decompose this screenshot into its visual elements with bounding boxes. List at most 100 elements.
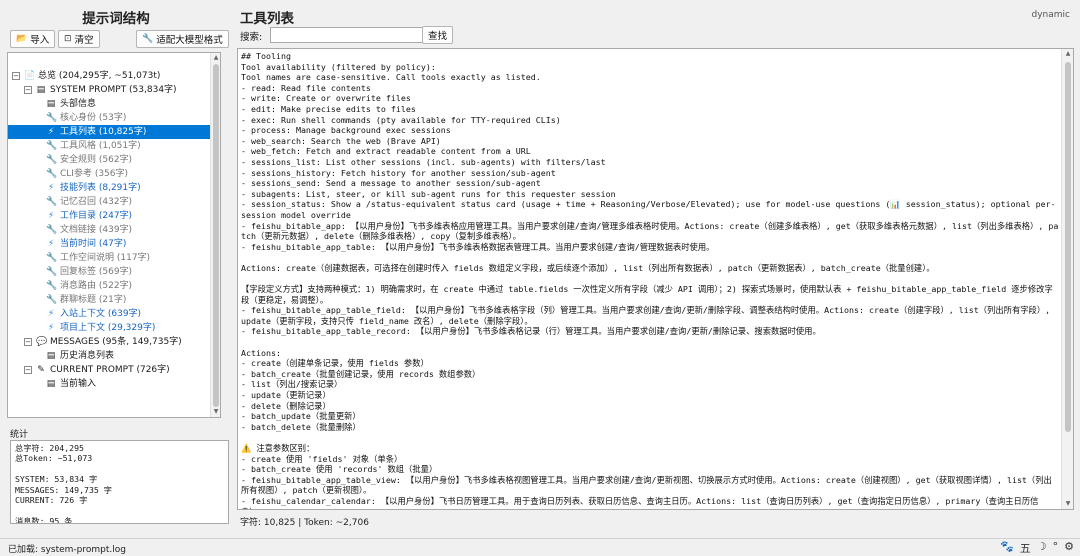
tree-node-label: CURRENT PROMPT (726字) <box>50 365 170 375</box>
tree-node-label: 历史消息列表 <box>60 351 115 361</box>
tree-node[interactable]: 🔧 安全规则 (562字) <box>8 153 210 167</box>
wrench-icon: 🔧 <box>46 169 58 179</box>
scroll-down-arrow-icon[interactable]: ▼ <box>211 407 220 417</box>
search-button[interactable]: 查找 <box>422 26 454 44</box>
content-panel: 工具列表 dynamic 搜索: 查找 ## Tooling Tool avai… <box>232 0 1080 538</box>
wrench-icon: 🔧 <box>46 155 58 165</box>
wrench-icon: 🔧 <box>46 295 58 305</box>
tree-node[interactable]: 🔧 文档链接 (439字) <box>8 223 210 237</box>
system-tray: 🐾 五 ☽ ° ⚙ <box>1000 540 1074 556</box>
tree-node-label: 记忆召回 (432字) <box>60 197 133 207</box>
tree-node-label: 文档链接 (439字) <box>60 225 133 235</box>
scroll-up-arrow-icon[interactable]: ▲ <box>211 53 220 63</box>
wrench-icon: 🔧 <box>46 281 58 291</box>
tree-node-label: 当前时间 (47字) <box>60 239 127 249</box>
tree-node[interactable]: 🔧 群聊标题 (21字) <box>8 293 210 307</box>
tree-node[interactable]: ⚡ 项目上下文 (29,329字) <box>8 321 210 335</box>
tree-node[interactable]: ⚡ 入站上下文 (639字) <box>8 307 210 321</box>
bolt-icon: ⚡ <box>47 323 55 333</box>
tree-node[interactable]: 🔧 记忆召回 (432字) <box>8 195 210 209</box>
tree-node-label: 当前输入 <box>60 379 97 389</box>
tree-node[interactable]: − 📄 总览 (204,295字, ~51,073t) <box>8 69 210 83</box>
tree-node[interactable]: ⚡ 技能列表 (8,291字) <box>8 181 210 195</box>
tree-node-label: 工作目录 (247字) <box>60 211 133 221</box>
bolt-icon: ⚡ <box>47 211 55 221</box>
section-type-tag: dynamic <box>1031 10 1070 20</box>
tree-node[interactable]: − ▤ SYSTEM PROMPT (53,834字) <box>8 83 210 97</box>
tree-scrollbar[interactable]: ▲ ▼ <box>210 53 220 417</box>
tree-node[interactable]: − ✎ CURRENT PROMPT (726字) <box>8 363 210 377</box>
stats-box: 总字符: 204,295 总Token: ~51,073 SYSTEM: 53,… <box>10 440 229 524</box>
degree-icon[interactable]: ° <box>1053 540 1059 556</box>
chat-icon: 💬 <box>36 337 48 347</box>
wrench-icon: 🔧 <box>142 34 154 44</box>
tree-node-label: 回复标签 (569字) <box>60 267 133 277</box>
clear-icon: ⊡ <box>64 34 72 44</box>
collapse-toggle-icon[interactable]: − <box>24 86 32 94</box>
tree-node[interactable]: 🔧 工作空间说明 (117字) <box>8 251 210 265</box>
document-icon: 📄 <box>24 71 36 81</box>
collapse-toggle-icon[interactable]: − <box>12 72 20 80</box>
status-bar: 已加载: system-prompt.log 🐾 五 ☽ ° ⚙ <box>0 538 1080 556</box>
adapt-format-button[interactable]: 🔧 适配大模型格式 <box>136 30 229 48</box>
tree-node-label: 消息路由 (522字) <box>60 281 133 291</box>
search-label: 搜索: <box>240 32 263 43</box>
list-icon: ▤ <box>46 351 56 361</box>
structure-panel: 提示词结构 📂 导入 ⊡ 清空 🔧 适配大模型格式 ▲ ▼ − 📄 总览 (204,… <box>0 0 232 538</box>
tree-node[interactable]: 🔧 回复标签 (569字) <box>8 265 210 279</box>
tree-node-label: 工具列表 (10,825字) <box>60 127 147 137</box>
scroll-down-arrow-icon[interactable]: ▼ <box>1062 499 1073 509</box>
scroll-thumb[interactable] <box>213 64 219 407</box>
wrench-icon: 🔧 <box>46 197 58 207</box>
bolt-icon: ⚡ <box>47 127 55 137</box>
bolt-icon: ⚡ <box>47 239 55 249</box>
wrench-icon: 🔧 <box>46 253 58 263</box>
viewer-scrollbar[interactable]: ▲ ▼ <box>1061 49 1073 509</box>
clear-button[interactable]: ⊡ 清空 <box>58 30 100 48</box>
list-icon: ▤ <box>46 379 56 389</box>
tree-node-label: 工具风格 (1,051字) <box>60 141 141 151</box>
stats-label: 统计 <box>10 430 29 440</box>
tree-node-label: SYSTEM PROMPT (53,834字) <box>50 85 177 95</box>
wrench-icon: 🔧 <box>46 267 58 277</box>
wrench-icon: 🔧 <box>46 141 58 151</box>
list-icon: ▤ <box>46 99 56 109</box>
content-text[interactable]: ## Tooling Tool availability (filtered b… <box>241 51 1059 509</box>
bolt-icon: ⚡ <box>47 309 55 319</box>
ime-indicator[interactable]: 五 <box>1020 540 1031 556</box>
tree-node-label: 安全规则 (562字) <box>60 155 133 165</box>
tree-node-label: 入站上下文 (639字) <box>60 309 142 319</box>
tree-node-label: 核心身份 (53字) <box>60 113 127 123</box>
moon-icon[interactable]: ☽ <box>1037 540 1047 556</box>
tree-node[interactable]: ⚡ 当前时间 (47字) <box>8 237 210 251</box>
wrench-icon: 🔧 <box>46 225 58 235</box>
tree-node[interactable]: ▤ 历史消息列表 <box>8 349 210 363</box>
tree-node[interactable]: 🔧 核心身份 (53字) <box>8 111 210 125</box>
pencil-icon: ✎ <box>37 365 45 375</box>
collapse-toggle-icon[interactable]: − <box>24 366 32 374</box>
bolt-icon: ⚡ <box>47 183 55 193</box>
tree-node-label: 群聊标题 (21字) <box>60 295 127 305</box>
tree-node[interactable]: ⚡ 工具列表 (10,825字) <box>8 125 210 139</box>
tree-node-label: MESSAGES (95条, 149,735字) <box>50 337 182 347</box>
tree-node[interactable]: ▤ 当前输入 <box>8 377 210 391</box>
scroll-up-arrow-icon[interactable]: ▲ <box>1062 49 1073 59</box>
paw-icon[interactable]: 🐾 <box>1000 540 1014 556</box>
tree-node[interactable]: ⚡ 工作目录 (247字) <box>8 209 210 223</box>
import-button[interactable]: 📂 导入 <box>10 30 56 48</box>
tree-node[interactable]: 🔧 工具风格 (1,051字) <box>8 139 210 153</box>
content-counts: 字符: 10,825 | Token: ~2,706 <box>240 518 369 528</box>
gear-icon[interactable]: ⚙ <box>1064 540 1074 556</box>
tree-node-label: 项目上下文 (29,329字) <box>60 323 156 333</box>
tree-node-label: CLI参考 (356字) <box>60 169 129 179</box>
collapse-toggle-icon[interactable]: − <box>24 338 32 346</box>
content-viewer[interactable]: ## Tooling Tool availability (filtered b… <box>237 48 1074 510</box>
tree-node-label: 头部信息 <box>60 99 97 109</box>
status-text: 已加载: system-prompt.log <box>8 545 126 555</box>
scroll-thumb[interactable] <box>1065 62 1071 432</box>
tree-node[interactable]: ▤ 头部信息 <box>8 97 210 111</box>
structure-tree[interactable]: ▲ ▼ − 📄 总览 (204,295字, ~51,073t) − ▤ SYSTEM PR… <box>7 52 221 418</box>
tree-node[interactable]: − 💬 MESSAGES (95条, 149,735字) <box>8 335 210 349</box>
tree-node[interactable]: 🔧 消息路由 (522字) <box>8 279 210 293</box>
tree-node[interactable]: 🔧 CLI参考 (356字) <box>8 167 210 181</box>
